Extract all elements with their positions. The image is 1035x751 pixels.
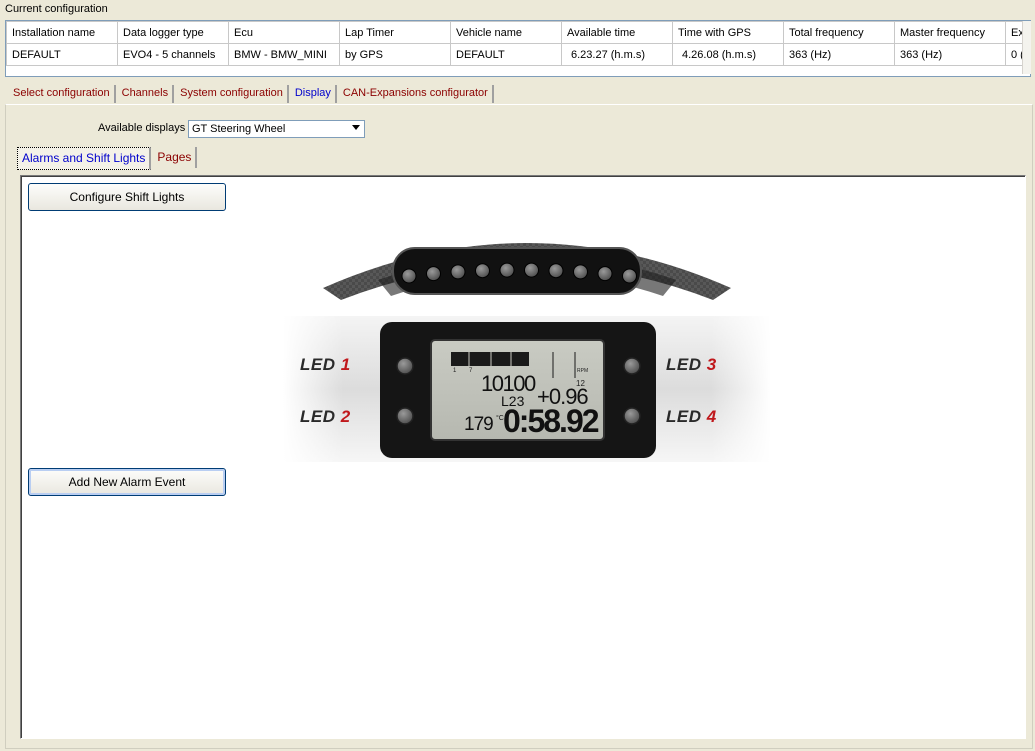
shift-light-5 bbox=[499, 262, 515, 278]
led-3-number: 3 bbox=[706, 355, 717, 374]
led-4-label: LED 4 bbox=[666, 407, 717, 427]
table-cell: by GPS bbox=[339, 43, 451, 66]
display-tab-strip: Alarms and Shift Lights Pages bbox=[17, 147, 199, 170]
col-header[interactable]: Master frequency bbox=[894, 21, 1006, 44]
main-tab-strip: Select configuration Channels System con… bbox=[9, 85, 496, 105]
tab-pages[interactable]: Pages bbox=[153, 147, 198, 168]
shift-light-10 bbox=[622, 268, 637, 284]
led-1-label: LED 1 bbox=[300, 355, 351, 375]
table-header-row: Installation name Data logger type Ecu L… bbox=[6, 21, 1030, 44]
available-displays-label: Available displays bbox=[98, 122, 186, 134]
tab-alarms-and-shift-lights[interactable]: Alarms and Shift Lights bbox=[17, 147, 152, 170]
shift-light-3 bbox=[450, 264, 466, 280]
shift-light-9 bbox=[597, 266, 613, 282]
available-displays-select[interactable]: GT Steering Wheel bbox=[188, 120, 365, 138]
tab-can-expansions-configurator[interactable]: CAN-Expansions configurator bbox=[339, 85, 494, 103]
table-cell: DEFAULT bbox=[450, 43, 562, 66]
shift-light-7 bbox=[548, 263, 564, 279]
tab-select-configuration[interactable]: Select configuration bbox=[9, 85, 116, 103]
tab-channels[interactable]: Channels bbox=[118, 85, 175, 103]
add-new-alarm-event-button[interactable]: Add New Alarm Event bbox=[28, 468, 226, 496]
table-scrollbar[interactable] bbox=[1022, 21, 1031, 74]
shift-light-1 bbox=[401, 268, 417, 284]
table-cell: 6.23.27 (h.m.s) bbox=[561, 43, 673, 66]
led-4-text: LED bbox=[666, 407, 702, 426]
led-1-text: LED bbox=[300, 355, 336, 374]
lcd-rpm-unit: RPM bbox=[577, 368, 588, 374]
col-header[interactable]: Lap Timer bbox=[339, 21, 451, 44]
shift-light-2 bbox=[426, 266, 441, 282]
col-header[interactable]: Total frequency bbox=[783, 21, 895, 44]
steering-wheel-display-image: 1 7 RPM 12 10100 +0.96 L23 179 °C 0:58.9… bbox=[283, 243, 771, 462]
table-row[interactable]: DEFAULT EVO4 - 5 channels BMW - BMW_MINI… bbox=[6, 43, 1030, 66]
lcd-laptime: 0:58.92 bbox=[503, 403, 599, 439]
table-cell: EVO4 - 5 channels bbox=[117, 43, 229, 66]
col-header[interactable]: Installation name bbox=[6, 21, 118, 44]
tab-display[interactable]: Display bbox=[291, 85, 337, 103]
led-2-light bbox=[396, 407, 414, 425]
shift-light-8 bbox=[573, 264, 588, 280]
shift-light-4 bbox=[475, 263, 490, 279]
configure-shift-lights-button[interactable]: Configure Shift Lights bbox=[28, 183, 226, 211]
configuration-table: Installation name Data logger type Ecu L… bbox=[5, 20, 1031, 77]
table-cell: DEFAULT bbox=[6, 43, 118, 66]
col-header[interactable]: Data logger type bbox=[117, 21, 229, 44]
tab-system-configuration[interactable]: System configuration bbox=[176, 85, 289, 103]
led-4-light bbox=[623, 407, 641, 425]
led-2-label: LED 2 bbox=[300, 407, 351, 427]
led-4-number: 4 bbox=[706, 407, 717, 426]
table-cell: 363 (Hz) bbox=[783, 43, 895, 66]
lcd-rpm-bar bbox=[451, 352, 529, 366]
current-configuration-label: Current configuration bbox=[5, 3, 108, 15]
col-header[interactable]: Available time bbox=[561, 21, 673, 44]
table-cell: 363 (Hz) bbox=[894, 43, 1006, 66]
led-1-light bbox=[396, 357, 414, 375]
led-3-light bbox=[623, 357, 641, 375]
table-cell: 4.26.08 (h.m.s) bbox=[672, 43, 784, 66]
led-2-number: 2 bbox=[340, 407, 351, 426]
col-header[interactable]: Ecu bbox=[228, 21, 340, 44]
led-3-text: LED bbox=[666, 355, 702, 374]
col-header[interactable]: Time with GPS bbox=[672, 21, 784, 44]
led-2-text: LED bbox=[300, 407, 336, 426]
lcd-temp: 179 bbox=[464, 414, 493, 435]
col-header[interactable]: Vehicle name bbox=[450, 21, 562, 44]
led-1-number: 1 bbox=[340, 355, 351, 374]
table-cell: BMW - BMW_MINI bbox=[228, 43, 340, 66]
led-3-label: LED 3 bbox=[666, 355, 717, 375]
selected-display-value: GT Steering Wheel bbox=[192, 123, 286, 135]
chevron-down-icon bbox=[352, 125, 360, 130]
shift-light-6 bbox=[524, 262, 539, 278]
